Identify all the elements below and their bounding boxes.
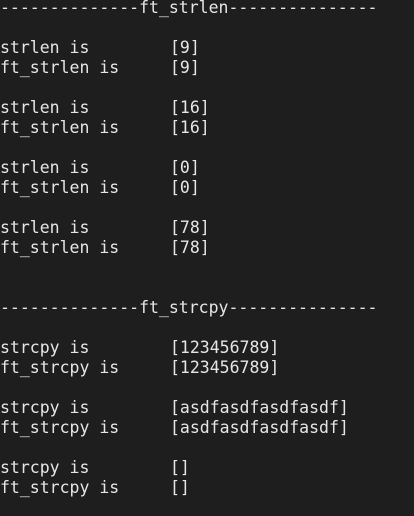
section-header: --------------ft_strlen--------------- <box>0 0 378 17</box>
output-value: [123456789] <box>170 358 280 377</box>
output-label: ft_strlen is <box>0 178 120 197</box>
output-value: [78] <box>170 238 210 257</box>
output-line: ft_strlen is [0] <box>0 178 414 198</box>
terminal-output: --------------ft_strlen---------------st… <box>0 0 414 516</box>
output-line: ft_strlen is [9] <box>0 58 414 78</box>
output-value: [9] <box>170 58 200 77</box>
output-value: [123456789] <box>170 338 280 357</box>
output-label: strlen is <box>0 98 90 117</box>
output-line: ft_strcpy is [123456789] <box>0 358 414 378</box>
output-line: strlen is [78] <box>0 218 414 238</box>
output-value: [0] <box>170 178 200 197</box>
output-value: [] <box>170 478 190 497</box>
output-label: strcpy is <box>0 338 90 357</box>
output-value: [] <box>170 458 190 477</box>
output-label: ft_strlen is <box>0 238 120 257</box>
output-value: [asdfasdfasdfasdf] <box>170 418 349 437</box>
output-value: [78] <box>170 218 210 237</box>
output-line: ft_strlen is [78] <box>0 238 414 258</box>
output-line: ft_strlen is [16] <box>0 118 414 138</box>
output-label: strlen is <box>0 218 90 237</box>
output-line: strcpy is [] <box>0 458 414 478</box>
output-value: [asdfasdfasdfasdf] <box>170 398 349 417</box>
output-label: ft_strcpy is <box>0 418 120 437</box>
output-label: ft_strcpy is <box>0 358 120 377</box>
output-value: [0] <box>170 158 200 177</box>
output-line: strlen is [0] <box>0 158 414 178</box>
output-label: strlen is <box>0 158 90 177</box>
output-line: strcpy is [123456789] <box>0 338 414 358</box>
output-line: strlen is [9] <box>0 38 414 58</box>
output-label: ft_strcpy is <box>0 478 120 497</box>
output-line: ft_strcpy is [] <box>0 478 414 498</box>
output-label: ft_strlen is <box>0 118 120 137</box>
output-line: strcpy is [asdfasdfasdfasdf] <box>0 398 414 418</box>
output-label: ft_strlen is <box>0 58 120 77</box>
output-value: [9] <box>170 38 200 57</box>
output-line: strlen is [16] <box>0 98 414 118</box>
output-value: [16] <box>170 118 210 137</box>
output-label: strlen is <box>0 38 90 57</box>
output-value: [16] <box>170 98 210 117</box>
output-label: strcpy is <box>0 398 90 417</box>
section-header: --------------ft_strcpy--------------- <box>0 298 378 317</box>
output-line: ft_strcpy is [asdfasdfasdfasdf] <box>0 418 414 438</box>
output-label: strcpy is <box>0 458 90 477</box>
